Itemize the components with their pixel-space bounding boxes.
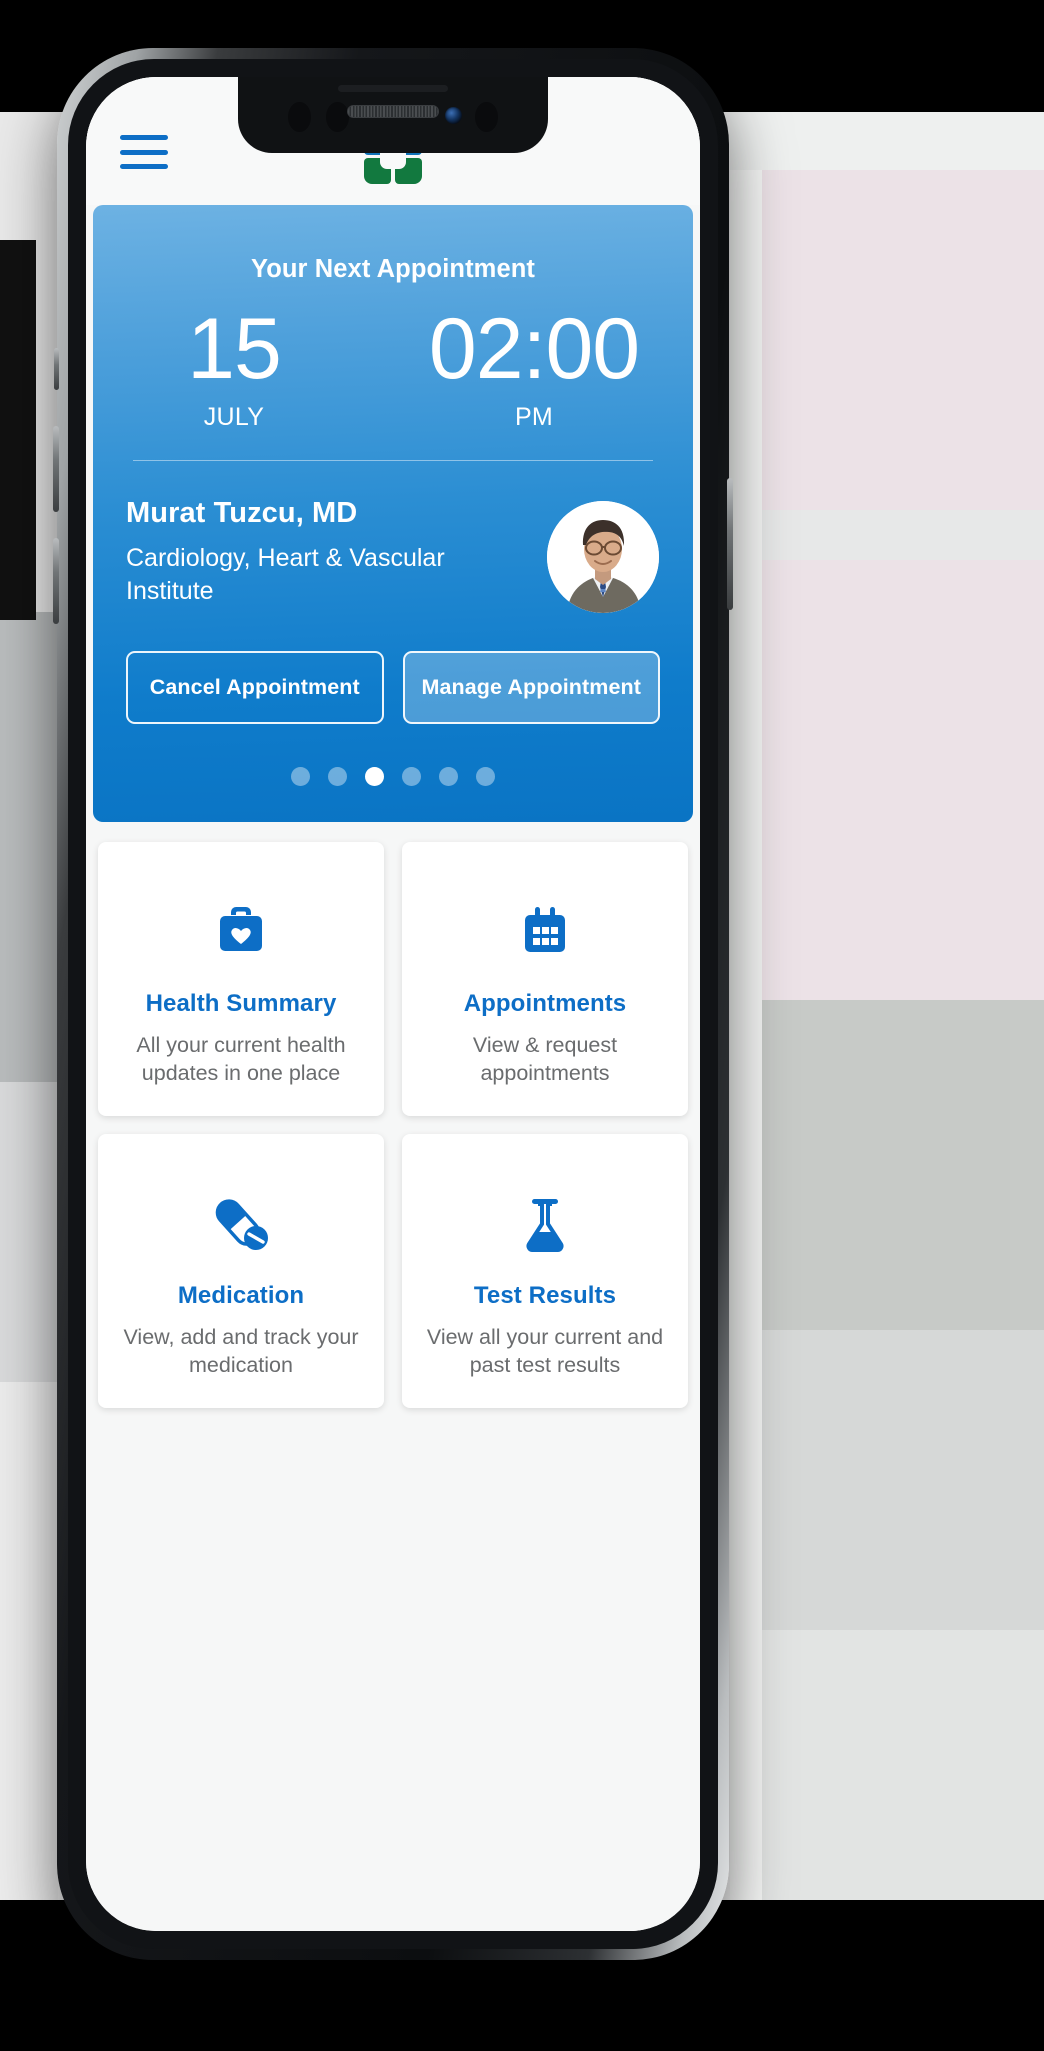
power-button[interactable] — [727, 478, 733, 610]
tile-description: View all your current and past test resu… — [426, 1325, 664, 1378]
pill-capsule-icon — [112, 1188, 370, 1260]
tile-test-results[interactable]: Test Results View all your current and p… — [402, 1134, 688, 1409]
tile-health-summary[interactable]: Health Summary All your current health u… — [98, 842, 384, 1117]
pager-dot[interactable] — [328, 767, 347, 787]
doctor-name: Murat Tuzcu, MD — [126, 497, 358, 530]
hamburger-menu-icon[interactable] — [120, 135, 168, 169]
appointment-day-number: 15 — [187, 301, 282, 397]
manage-appointment-button[interactable]: Manage Appointment — [402, 651, 660, 725]
device-notch — [238, 77, 548, 153]
appointment-date-block: 15 JULY — [93, 301, 375, 432]
phone-device: Your Next Appointment 15 JULY 02:00 PM M… — [53, 48, 733, 1960]
front-camera-icon — [445, 107, 462, 124]
appointment-time-block: 02:00 PM — [375, 301, 693, 432]
pager-dot[interactable] — [439, 767, 458, 787]
doctor-specialty: Cardiology, Heart & Vascular Institute — [126, 544, 445, 606]
appointment-card-title: Your Next Appointment — [250, 255, 535, 283]
next-appointment-card[interactable]: Your Next Appointment 15 JULY 02:00 PM M… — [93, 205, 693, 823]
doctor-info: Murat Tuzcu, MD Cardiology, Heart & Vasc… — [93, 461, 693, 614]
phone-screen: Your Next Appointment 15 JULY 02:00 PM M… — [86, 77, 700, 1931]
pager-dot-active[interactable] — [365, 767, 384, 787]
appointment-actions: Cancel Appointment Manage Appointment — [93, 613, 693, 725]
tile-title: Appointments — [463, 990, 627, 1018]
tile-title: Medication — [177, 1282, 305, 1310]
volume-up-button[interactable] — [53, 426, 59, 512]
doctor-avatar — [547, 501, 659, 614]
earpiece-speaker-icon — [347, 105, 439, 118]
phone-bezel: Your Next Appointment 15 JULY 02:00 PM M… — [68, 59, 718, 1949]
doctor-text-block: Murat Tuzcu, MD Cardiology, Heart & Vasc… — [126, 497, 547, 609]
quick-action-grid: Health Summary All your current health u… — [86, 822, 700, 1409]
app-content: Your Next Appointment 15 JULY 02:00 PM M… — [86, 77, 700, 1931]
tile-medication[interactable]: Medication View, add and track your medi… — [98, 1134, 384, 1409]
volume-down-button[interactable] — [53, 538, 59, 624]
lab-flask-icon — [416, 1188, 674, 1260]
appointment-time: 02:00 — [428, 301, 640, 397]
tile-description: View & request appointments — [472, 1033, 618, 1086]
pager-dot[interactable] — [291, 767, 310, 787]
calendar-icon — [416, 896, 674, 968]
pager-dot[interactable] — [402, 767, 421, 787]
scene: Your Next Appointment 15 JULY 02:00 PM M… — [0, 0, 1044, 2051]
proximity-sensor-icon — [288, 102, 311, 132]
appointment-datetime: 15 JULY 02:00 PM — [93, 288, 693, 438]
pager-dot[interactable] — [476, 767, 495, 787]
tile-description: View, add and track your medication — [123, 1325, 359, 1378]
dot-projector-icon — [475, 102, 498, 132]
appointment-meridiem: PM — [514, 403, 554, 432]
tile-appointments[interactable]: Appointments View & request appointments — [402, 842, 688, 1117]
appointment-month: JULY — [203, 403, 265, 432]
mute-switch[interactable] — [54, 348, 59, 390]
ambient-light-sensor-icon — [326, 102, 349, 132]
cancel-appointment-button[interactable]: Cancel Appointment — [126, 651, 384, 725]
tile-description: All your current health updates in one p… — [136, 1033, 346, 1086]
carousel-pagination[interactable] — [93, 724, 693, 822]
tile-title: Test Results — [473, 1282, 617, 1310]
notch-earpiece-shadow — [338, 85, 448, 92]
medical-bag-heart-icon — [112, 896, 370, 968]
tile-title: Health Summary — [145, 990, 337, 1018]
